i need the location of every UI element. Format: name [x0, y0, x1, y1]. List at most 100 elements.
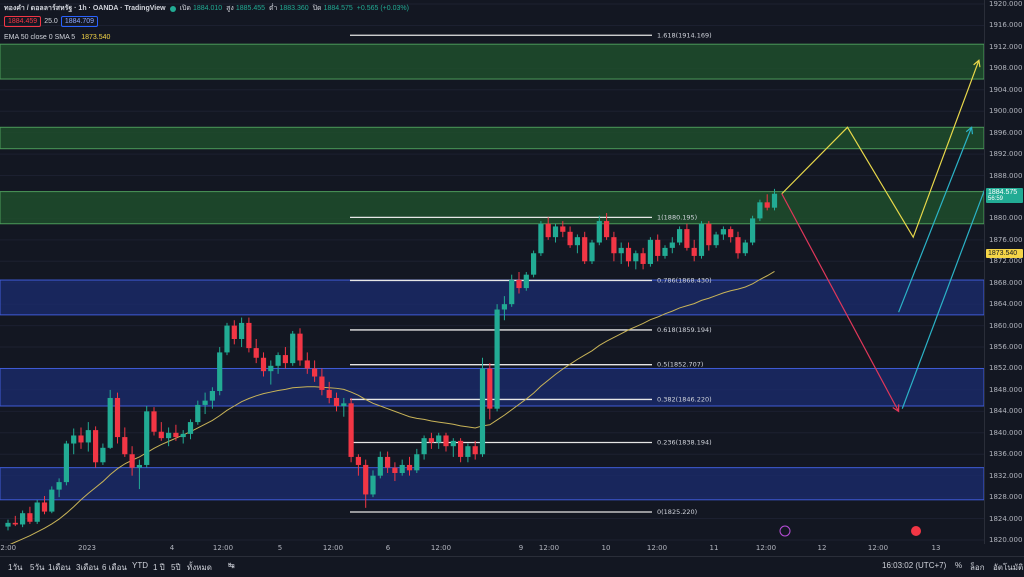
fib-level-label: 0.382(1846.220) — [657, 395, 712, 403]
fib-level-label: 0.5(1852.707) — [657, 361, 703, 369]
demand-zone — [0, 467, 985, 501]
candle-body — [472, 446, 478, 455]
date-range-icon[interactable]: ↹ — [228, 561, 235, 570]
candle-body — [41, 502, 48, 512]
candle-body — [640, 253, 646, 264]
range-5d[interactable]: 5วัน — [30, 561, 44, 574]
price-tick: 1860.000 — [989, 321, 1023, 330]
time-tick: 4 — [169, 544, 175, 552]
current-price-tag: 1884.575 56:59 — [986, 187, 1023, 203]
candle-body — [114, 397, 121, 438]
candle-body — [348, 403, 354, 457]
candle-body — [523, 274, 529, 289]
price-tick: 1852.000 — [989, 364, 1023, 373]
time-tick: 9 — [518, 544, 524, 552]
range-3m[interactable]: 3เดือน — [76, 561, 99, 574]
candle-body — [180, 433, 186, 438]
candle-body — [604, 221, 610, 238]
candle-body — [78, 435, 84, 443]
price-tick: 1868.000 — [989, 278, 1023, 287]
time-tick: 13 — [931, 544, 941, 552]
candle-body — [34, 502, 40, 522]
candle-body — [516, 280, 522, 289]
price-tick: 1896.000 — [989, 128, 1023, 137]
sell-price-button[interactable]: 1884.459 — [4, 16, 42, 27]
price-tick: 1828.000 — [989, 493, 1023, 502]
candle-body — [764, 202, 770, 208]
candle-body — [151, 411, 157, 432]
candle-body — [195, 404, 201, 423]
candle-body — [545, 223, 551, 238]
candle-body — [618, 247, 624, 254]
time-tick: 12:00 — [0, 544, 17, 552]
log-toggle[interactable]: ล็อก — [970, 561, 985, 574]
market-open-icon — [169, 5, 176, 12]
candle-body — [355, 456, 361, 465]
candle-body — [370, 475, 376, 495]
price-tick: 1880.000 — [989, 214, 1023, 223]
time-tick: 12:00 — [212, 544, 234, 552]
time-tick: 12 — [817, 544, 827, 552]
price-tick: 1888.000 — [989, 171, 1023, 180]
candle-body — [531, 253, 537, 275]
price-tick: 1832.000 — [989, 471, 1023, 480]
candle-body — [173, 432, 179, 438]
time-axis[interactable]: 12:00 2023 4 12:00 5 12:00 6 12:00 9 12:00 10 12:00… — [0, 544, 984, 556]
indicator-name[interactable]: EMA 50 close 0 SMA 5 — [4, 34, 75, 41]
price-axis[interactable]: 1920.000 1916.000 1912.000 1908.000 1904.000… — [984, 0, 1024, 544]
time-tick: 12:00 — [430, 544, 452, 552]
range-ytd[interactable]: YTD — [132, 561, 148, 570]
candle-body — [414, 454, 420, 471]
high-label: สูง — [226, 5, 234, 12]
candle-body — [560, 226, 566, 232]
range-1m[interactable]: 1เดือน — [48, 561, 71, 574]
candle-body — [363, 464, 369, 495]
ema-price-tag: 1873.540 — [986, 249, 1023, 259]
candle-body — [275, 355, 281, 366]
ohlc-values: เปิด 1884.010 สูง 1885.455 ต่ำ 1883.360 ปิด… — [180, 3, 411, 14]
candle-body — [209, 390, 215, 401]
range-all[interactable]: ทั้งหมด — [187, 561, 212, 574]
candle-body — [691, 247, 697, 256]
chart-area[interactable]: 1.618(1914.169) 1(1880.195) 0.786(1868.430… — [0, 0, 1010, 546]
indicator-legend[interactable]: EMA 50 close 0 SMA 5 1873.540 — [4, 34, 110, 41]
price-tick: 1876.000 — [989, 235, 1023, 244]
price-chart[interactable]: 1.618(1914.169) 1(1880.195) 0.786(1868.430… — [0, 0, 1010, 546]
candle-body — [158, 431, 164, 439]
time-tick: 12:00 — [322, 544, 344, 552]
candle-body — [107, 397, 113, 448]
candle-body — [735, 237, 741, 254]
price-tick: 1844.000 — [989, 407, 1023, 416]
range-1y[interactable]: 1 ปี — [153, 561, 165, 574]
candle-body — [12, 522, 18, 525]
candle-body — [399, 464, 405, 473]
candle-body — [333, 397, 340, 406]
open-value: 1884.010 — [192, 5, 223, 12]
percent-toggle[interactable]: % — [955, 561, 962, 570]
buy-price-button[interactable]: 1884.709 — [60, 16, 99, 27]
range-6m[interactable]: 6 เดือน — [102, 561, 127, 574]
candle-body — [406, 464, 413, 471]
price-tick: 1848.000 — [989, 385, 1023, 394]
high-value: 1885.455 — [235, 5, 266, 12]
time-tick: 6 — [385, 544, 391, 552]
supply-zone — [0, 191, 985, 225]
candle-body — [319, 376, 325, 390]
candle-body — [312, 368, 318, 377]
candle-body — [698, 223, 705, 256]
candle-body — [239, 322, 245, 339]
supply-zone — [0, 43, 985, 80]
time-tick: 5 — [277, 544, 283, 552]
clock-display[interactable]: 16:03:02 (UTC+7) — [882, 561, 946, 570]
candle-body — [421, 438, 427, 455]
fib-level-label: 0.236(1838.194) — [657, 438, 712, 446]
range-1d[interactable]: 1วัน — [8, 561, 22, 574]
current-price-value: 1884.575 — [988, 188, 1018, 196]
price-tick: 1836.000 — [989, 450, 1023, 459]
range-5y[interactable]: 5ปี — [171, 561, 181, 574]
candle-body — [552, 226, 559, 238]
symbol-title[interactable]: ทองคำ / ดอลลาร์สหรัฐ · 1h · OANDA · Trad… — [4, 3, 166, 14]
auto-toggle[interactable]: อัตโนมัติ — [993, 561, 1023, 574]
countdown-value: 56:59 — [988, 195, 1004, 202]
time-tick: 12:00 — [867, 544, 889, 552]
